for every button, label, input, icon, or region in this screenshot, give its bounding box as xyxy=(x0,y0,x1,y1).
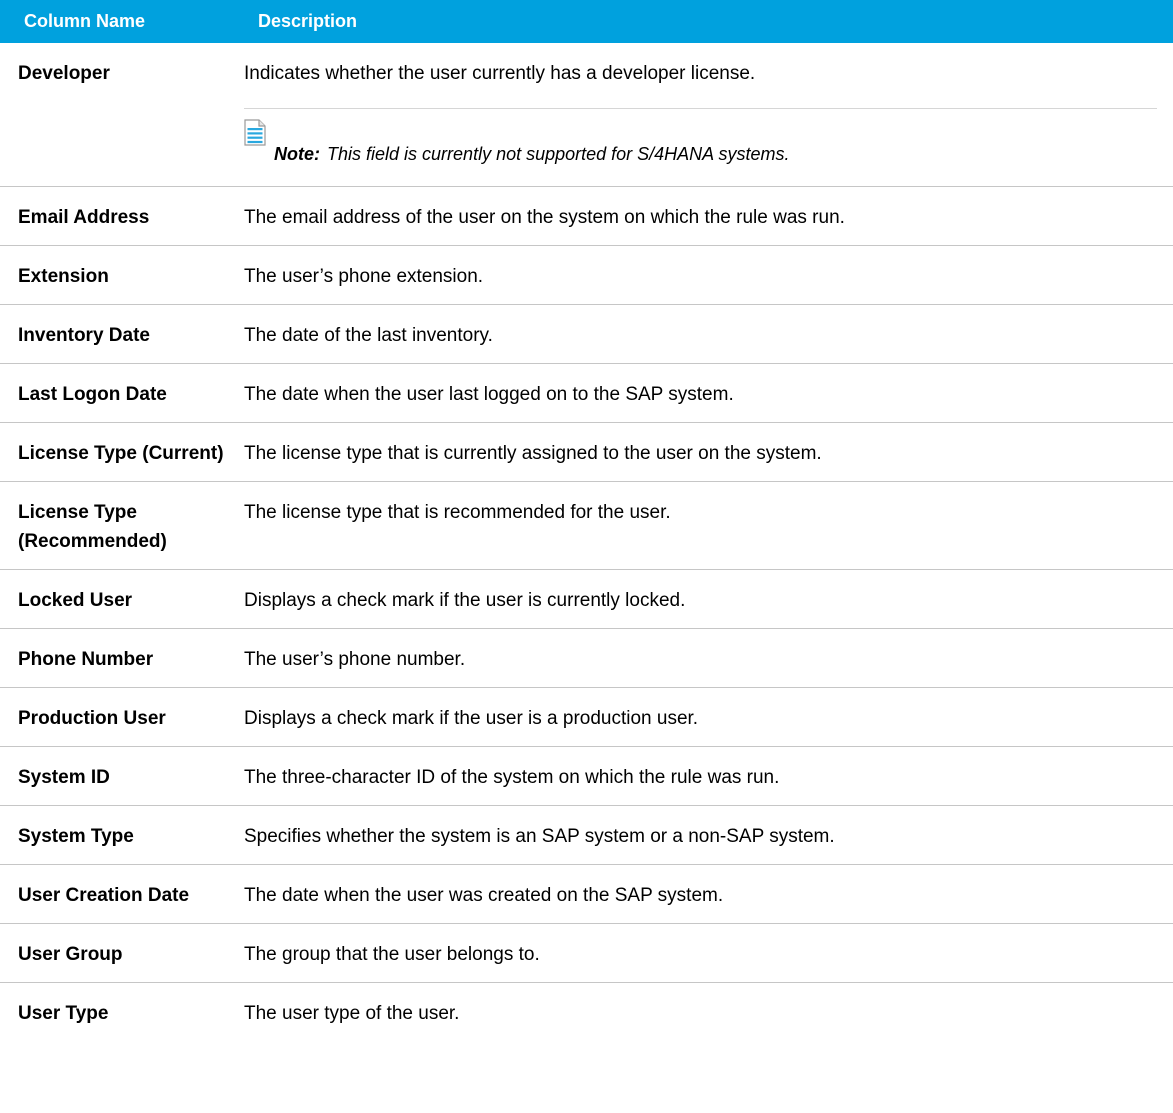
column-name-cell: System Type xyxy=(0,805,244,865)
note-icon xyxy=(244,119,266,146)
description-cell: The group that the user belongs to. xyxy=(244,923,1173,983)
description-header: Description xyxy=(244,0,1173,43)
table-row: License Type (Recommended) The license t… xyxy=(0,481,1173,570)
column-name-cell: License Type (Current) xyxy=(0,422,244,482)
table-row: User Creation Date The date when the use… xyxy=(0,864,1173,924)
description-text: Indicates whether the user currently has… xyxy=(244,63,756,84)
column-description-table: Column Name Description Developer Indica… xyxy=(0,0,1173,1041)
table-row: License Type (Current) The license type … xyxy=(0,422,1173,482)
description-cell: The user’s phone extension. xyxy=(244,245,1173,305)
column-name-cell: System ID xyxy=(0,746,244,806)
table-row: Email Address The email address of the u… xyxy=(0,186,1173,246)
header-row: Column Name Description xyxy=(0,0,1173,43)
description-cell: The license type that is recommended for… xyxy=(244,481,1173,570)
description-cell: Specifies whether the system is an SAP s… xyxy=(244,805,1173,865)
description-cell: The user’s phone number. xyxy=(244,628,1173,688)
table-header: Column Name Description xyxy=(0,0,1173,43)
column-name-cell: User Type xyxy=(18,1003,109,1024)
note-label: Note: xyxy=(274,144,320,164)
note-text: This field is currently not supported fo… xyxy=(327,144,790,164)
table-row: Production User Displays a check mark if… xyxy=(0,687,1173,747)
table-row: Developer Indicates whether the user cur… xyxy=(0,43,1173,187)
table-body: Developer Indicates whether the user cur… xyxy=(0,43,1173,1041)
column-name-cell: License Type (Recommended) xyxy=(0,481,244,570)
description-cell: The date when the user was created on th… xyxy=(244,864,1173,924)
table-row: Locked User Displays a check mark if the… xyxy=(0,569,1173,629)
description-cell: The email address of the user on the sys… xyxy=(244,186,1173,246)
note-line: Note: This field is currently not suppor… xyxy=(244,121,1157,167)
table-row: System ID The three-character ID of the … xyxy=(0,746,1173,806)
column-name-cell: User Group xyxy=(0,923,244,983)
description-cell: Displays a check mark if the user is cur… xyxy=(244,569,1173,629)
column-name-cell: Email Address xyxy=(0,186,244,246)
table-row: System Type Specifies whether the system… xyxy=(0,805,1173,865)
column-name-cell: Last Logon Date xyxy=(0,363,244,423)
note-block: Note: This field is currently not suppor… xyxy=(244,109,1157,173)
table-row: Extension The user’s phone extension. xyxy=(0,245,1173,305)
description-cell: The three-character ID of the system on … xyxy=(244,746,1173,806)
description-cell: The date of the last inventory. xyxy=(244,304,1173,364)
column-name-cell: User Creation Date xyxy=(0,864,244,924)
table-row: Phone Number The user’s phone number. xyxy=(0,628,1173,688)
table-row: User Group The group that the user belon… xyxy=(0,923,1173,983)
column-name-cell: Extension xyxy=(0,245,244,305)
table-row: User Type The user type of the user. xyxy=(0,983,1173,1042)
column-name-cell: Phone Number xyxy=(0,628,244,688)
description-cell: The user type of the user. xyxy=(244,1003,460,1024)
column-name-cell: Locked User xyxy=(0,569,244,629)
table-row: Inventory Date The date of the last inve… xyxy=(0,304,1173,364)
column-name-cell: Developer xyxy=(0,43,244,187)
column-name-cell: Inventory Date xyxy=(0,304,244,364)
column-name-header: Column Name xyxy=(0,0,244,43)
column-name-cell: Production User xyxy=(0,687,244,747)
description-cell: The date when the user last logged on to… xyxy=(244,363,1173,423)
description-cell: Indicates whether the user currently has… xyxy=(244,43,1173,187)
description-cell: Displays a check mark if the user is a p… xyxy=(244,687,1173,747)
description-cell: The license type that is currently assig… xyxy=(244,422,1173,482)
table-row: Last Logon Date The date when the user l… xyxy=(0,363,1173,423)
